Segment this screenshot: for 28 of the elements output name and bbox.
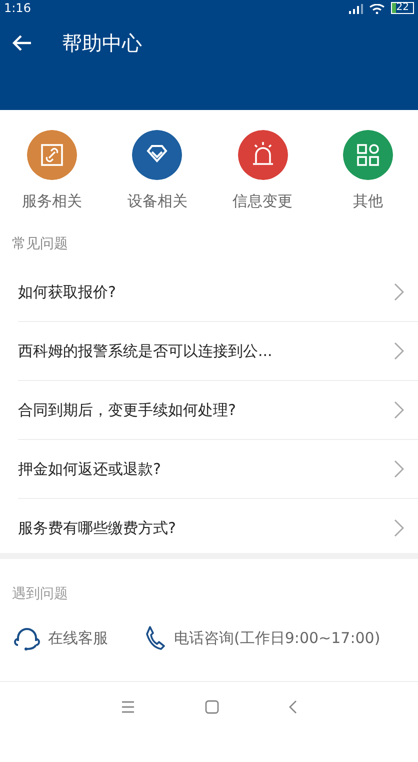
status-time: 1:16 [4,0,31,16]
category-button[interactable]: 信息变更 [222,130,303,211]
chevron-right-icon [394,283,404,301]
chevron-right-icon [394,401,404,419]
chevron-right-icon [394,460,404,478]
category-button[interactable]: 其他 [328,130,408,211]
faq-item[interactable]: 服务费有哪些缴费方式? [18,499,418,557]
faq-item[interactable]: 西科姆的报警系统是否可以连接到公... [18,322,418,381]
category-button[interactable]: 服务相关 [12,130,92,211]
back-chevron-icon[interactable] [289,700,297,714]
back-arrow-icon[interactable] [12,34,32,52]
phone-icon [144,625,166,651]
category-button[interactable]: 设备相关 [117,130,198,211]
wifi-icon [369,4,386,14]
headset-icon [14,625,40,651]
faq-item[interactable]: 押金如何返还或退款? [18,440,418,499]
section-title: 常见问题 [11,235,69,254]
chevron-right-icon [394,519,404,537]
signal-icon [349,4,364,14]
chevron-right-icon [394,342,404,360]
faq-item[interactable]: 如何获取报价? [18,263,418,322]
page-title: 帮助中心 [62,30,142,56]
menu-icon[interactable] [121,701,135,713]
contact-link[interactable]: 电话咨询(工作日9:00~17:00) [144,625,380,651]
home-square-icon[interactable] [205,700,219,714]
section-title: 遇到问题 [11,585,69,604]
contact-link[interactable]: 在线客服 [14,625,108,651]
faq-item[interactable]: 合同到期后，变更手续如何处理? [18,381,418,440]
